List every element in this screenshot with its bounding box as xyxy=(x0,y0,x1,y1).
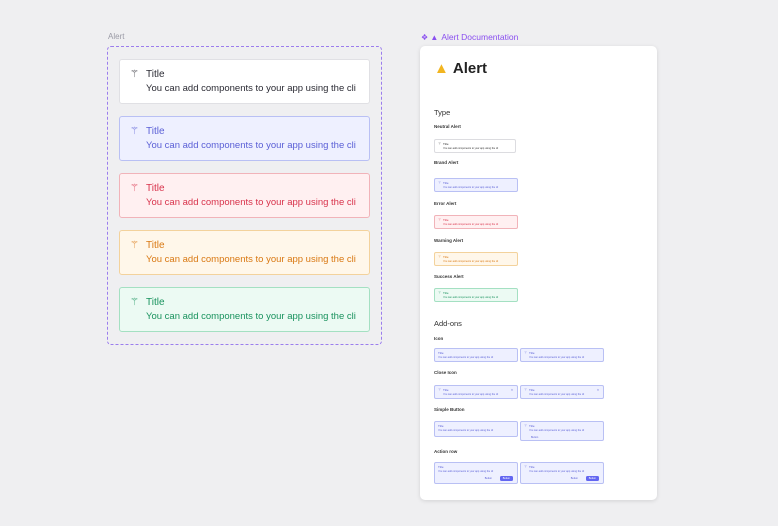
magic-wand-icon: ⚚ xyxy=(438,181,442,185)
mini-alert-no-icon: Title You can add components to your app… xyxy=(434,348,518,362)
alert-variant-board[interactable]: ⚚ Title You can add components to your a… xyxy=(107,46,382,345)
mini-alert-close-a: ⚚ Title You can add components to your a… xyxy=(434,385,518,399)
mini-text: You can add components to your app using… xyxy=(438,356,494,359)
mini-alert-success: ⚚ Title You can add components to your a… xyxy=(434,288,518,302)
mini-title: Title xyxy=(443,255,449,259)
mini-simple-button[interactable]: Button xyxy=(529,436,540,440)
alert-title: Title xyxy=(146,240,165,251)
alert-warning[interactable]: ⚚ Title You can add components to your a… xyxy=(119,230,370,275)
magic-wand-icon: ⚚ xyxy=(130,183,139,194)
type-neutral-heading: Neutral Alert xyxy=(434,124,461,129)
mini-title: Title xyxy=(438,351,444,355)
mini-alert-brand: ⚚ Title You can add components to your a… xyxy=(434,178,518,192)
addon-close-heading: Close Icon xyxy=(434,370,457,375)
mini-primary-button[interactable]: Button xyxy=(585,476,599,481)
mini-text: You can add components to your app using… xyxy=(443,260,499,263)
doc-frame-label[interactable]: ❖ ▲ Alert Documentation xyxy=(421,32,518,42)
mini-text: You can add components to your app using… xyxy=(438,429,494,432)
mini-text: You can add components to your app using… xyxy=(529,393,585,396)
mini-text: You can add components to your app using… xyxy=(443,186,499,189)
doc-title-text: Alert xyxy=(452,60,488,77)
alert-title: Title xyxy=(146,126,165,137)
mini-alert-neutral: ⚚ Title You can add components to your a… xyxy=(434,139,516,153)
alert-error[interactable]: ⚚ Title You can add components to your a… xyxy=(119,173,370,218)
mini-title: Title xyxy=(529,465,535,469)
alert-neutral[interactable]: ⚚ Title You can add components to your a… xyxy=(119,59,370,104)
mini-title: Title xyxy=(443,218,449,222)
alert-brand[interactable]: ⚚ Title You can add components to your a… xyxy=(119,116,370,161)
mini-title: Title xyxy=(529,388,535,392)
alert-text: You can add components to your app using… xyxy=(146,197,356,208)
doc-title: ▲ Alert xyxy=(434,60,487,77)
alert-title: Title xyxy=(146,297,165,308)
mini-alert-button-b: ⚚ Title You can add components to your a… xyxy=(520,421,604,441)
alert-text: You can add components to your app using… xyxy=(146,140,356,151)
mini-alert-error: ⚚ Title You can add components to your a… xyxy=(434,215,518,229)
alert-title: Title xyxy=(146,69,165,80)
type-warning-heading: Warning Alert xyxy=(434,238,464,243)
type-heading: Type xyxy=(434,108,451,117)
mini-title: Title xyxy=(443,181,449,185)
close-icon[interactable]: × xyxy=(597,388,599,392)
mini-text: You can add components to your app using… xyxy=(529,356,585,359)
mini-alert-button-a: Title You can add components to your app… xyxy=(434,421,518,437)
mini-text: You can add components to your app using… xyxy=(529,470,585,473)
alert-success[interactable]: ⚚ Title You can add components to your a… xyxy=(119,287,370,332)
magic-wand-icon: ⚚ xyxy=(438,218,442,222)
alert-title: Title xyxy=(146,183,165,194)
mini-title: Title xyxy=(443,388,449,392)
magic-wand-icon: ⚚ xyxy=(524,465,528,469)
mini-text: You can add components to your app using… xyxy=(443,296,499,299)
type-success-heading: Success Alert xyxy=(434,274,464,279)
addon-icon-heading: Icon xyxy=(434,336,444,341)
magic-wand-icon: ⚚ xyxy=(438,142,442,146)
mini-alert-with-icon: ⚚ Title You can add components to your a… xyxy=(520,348,604,362)
mini-alert-warning: ⚚ Title You can add components to your a… xyxy=(434,252,518,266)
component-icon: ❖ ▲ xyxy=(421,33,439,42)
magic-wand-icon: ⚚ xyxy=(130,126,139,137)
documentation-card: ▲ Alert Type Neutral Alert ⚚ Title You ca… xyxy=(420,46,657,500)
mini-text: You can add components to your app using… xyxy=(443,147,499,150)
mini-primary-button[interactable]: Button xyxy=(499,476,513,481)
doc-label-text: Alert Documentation xyxy=(441,32,519,42)
mini-alert-action-b: ⚚ Title You can add components to your a… xyxy=(520,462,604,484)
alert-text: You can add components to your app using… xyxy=(146,254,356,265)
magic-wand-icon: ⚚ xyxy=(524,388,528,392)
type-error-heading: Error Alert xyxy=(434,201,457,206)
close-icon[interactable]: × xyxy=(511,388,513,392)
mini-text: You can add components to your app using… xyxy=(529,429,585,432)
mini-title: Title xyxy=(443,291,449,295)
mini-text: You can add components to your app using… xyxy=(443,393,499,396)
addon-button-heading: Simple Button xyxy=(434,407,465,412)
mini-secondary-button[interactable]: Button xyxy=(568,476,581,481)
magic-wand-icon: ⚚ xyxy=(438,255,442,259)
magic-wand-icon: ⚚ xyxy=(438,291,442,295)
mini-title: Title xyxy=(529,424,535,428)
mini-alert-close-b: ⚚ Title You can add components to your a… xyxy=(520,385,604,399)
mini-title: Title xyxy=(443,142,449,146)
mini-text: You can add components to your app using… xyxy=(443,223,499,226)
magic-wand-icon: ⚚ xyxy=(524,424,528,428)
mini-title: Title xyxy=(438,465,444,469)
mini-title: Title xyxy=(438,424,444,428)
magic-wand-icon: ⚚ xyxy=(524,351,528,355)
mini-alert-action-a: Title You can add components to your app… xyxy=(434,462,518,484)
mini-title: Title xyxy=(529,351,535,355)
magic-wand-icon: ⚚ xyxy=(438,388,442,392)
mini-text: You can add components to your app using… xyxy=(438,470,494,473)
magic-wand-icon: ⚚ xyxy=(130,297,139,308)
warning-icon: ▲ xyxy=(434,60,449,77)
alert-text: You can add components to your app using… xyxy=(146,311,356,322)
addons-heading: Add-ons xyxy=(434,319,462,328)
addon-actionrow-heading: Action row xyxy=(434,449,458,454)
type-brand-heading: Brand Alert xyxy=(434,160,459,165)
frame-label: Alert xyxy=(108,32,125,41)
mini-secondary-button[interactable]: Button xyxy=(482,476,495,481)
alert-text: You can add components to your app using… xyxy=(146,83,356,94)
magic-wand-icon: ⚚ xyxy=(130,69,139,80)
magic-wand-icon: ⚚ xyxy=(130,240,139,251)
